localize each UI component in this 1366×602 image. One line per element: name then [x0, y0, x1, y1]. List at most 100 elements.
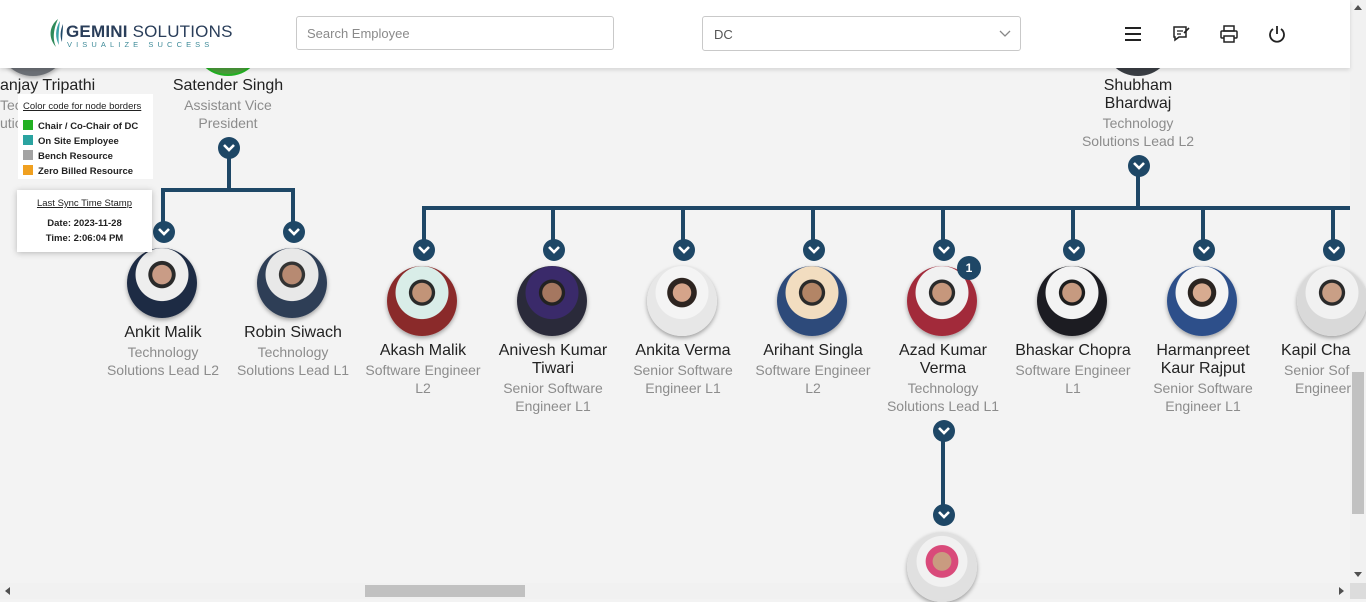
avatar [1297, 266, 1366, 336]
node-name: Akash Malik [379, 342, 467, 359]
chevron-down-icon [1068, 246, 1080, 254]
node-name: Bhardwaj [1104, 95, 1172, 112]
expand-toggle-ankita[interactable] [673, 239, 695, 261]
legend-label: Chair / Co-Chair of DC [38, 121, 139, 132]
gemini-logo[interactable]: GEMINI SOLUTIONS VISUALIZE SUCCESS [46, 16, 232, 52]
node-name: Verma [919, 360, 967, 377]
expand-toggle-shubham[interactable] [1128, 155, 1150, 177]
chevron-down-icon [418, 246, 430, 254]
legend-swatch [23, 150, 33, 160]
chevron-down-icon [678, 246, 690, 254]
menu-icon[interactable] [1123, 24, 1143, 44]
node-designation: Technology [1102, 115, 1174, 131]
expand-toggle-anivesh[interactable] [543, 239, 565, 261]
dc-select[interactable]: DC [702, 16, 1021, 51]
node-designation: Software Engineer [755, 362, 871, 378]
chevron-down-icon [938, 246, 950, 254]
node-name: Arihant Singla [763, 342, 863, 359]
node-name: Satender Singh [172, 77, 284, 94]
avatar [517, 266, 587, 336]
node-designation: Senior Software [503, 380, 603, 396]
chevron-down-icon [548, 246, 560, 254]
avatar [387, 266, 457, 336]
node-designation: Senior Sof [1284, 362, 1350, 378]
horizontal-scrollbar[interactable] [0, 583, 1350, 599]
chevron-down-icon [938, 511, 950, 519]
avatar [1037, 266, 1107, 336]
legend-swatch [23, 165, 33, 175]
dc-select-value: DC [714, 27, 733, 42]
node-designation: Technology [127, 344, 199, 360]
node-designation: Software Engineer [365, 362, 481, 378]
expand-toggle-harmanpreet[interactable] [1193, 239, 1215, 261]
legend-item: On Site Employee [23, 135, 119, 147]
expand-toggle-arihant[interactable] [803, 239, 825, 261]
node-designation: Assistant Vice [184, 97, 272, 113]
legend-title: Color code for node borders [23, 101, 142, 112]
chevron-down-icon [808, 246, 820, 254]
node-designation: Solutions Lead L2 [106, 362, 220, 378]
scroll-up-arrow-icon[interactable] [1354, 5, 1362, 10]
search-employee-input[interactable] [296, 16, 614, 50]
logo-leaf-icon [50, 19, 63, 47]
node-designation: Engineer L1 [515, 398, 591, 414]
node-name: Azad Kumar [898, 342, 988, 359]
avatar-azad-report[interactable] [907, 532, 977, 602]
collapse-toggle-azad[interactable] [933, 420, 955, 442]
node-name: Shubham [1103, 77, 1173, 94]
node-designation: President [198, 115, 258, 131]
expand-toggle-kapil[interactable] [1323, 239, 1345, 261]
sync-time: Time: 2:06:04 PM [45, 233, 124, 244]
node-name: anjay Tripathi [0, 77, 96, 94]
border-color-legend: Color code for node borders Chair / Co-C… [18, 94, 153, 179]
node-designation: L2 [415, 380, 431, 396]
node-name: Ankita Verma [635, 342, 731, 359]
chevron-down-icon [1198, 246, 1210, 254]
scroll-left-arrow-icon[interactable] [5, 587, 10, 595]
expand-toggle-akash[interactable] [413, 239, 435, 261]
node-name: Bhaskar Chopra [1015, 342, 1131, 359]
avatar [777, 266, 847, 336]
chevron-down-icon [288, 228, 300, 236]
legend-label: Bench Resource [38, 151, 113, 162]
avatar [127, 248, 197, 318]
legend-item: Zero Billed Resource [23, 165, 133, 177]
print-icon[interactable] [1219, 24, 1239, 44]
node-name: Kapil Cha [1281, 342, 1351, 359]
legend-swatch [23, 120, 33, 130]
logo-tagline: VISUALIZE SUCCESS [67, 40, 214, 49]
sync-title: Last Sync Time Stamp [36, 198, 133, 209]
legend-swatch [23, 135, 33, 145]
sync-date: Date: 2023-11-28 [47, 218, 122, 229]
horizontal-scrollbar-thumb[interactable] [365, 585, 525, 597]
node-designation: Technology [907, 380, 979, 396]
chevron-down-icon [999, 30, 1011, 37]
node-name: Kaur Rajput [1160, 360, 1246, 377]
node-designation: Senior Software [1153, 380, 1253, 396]
legend-label: On Site Employee [38, 136, 119, 147]
expand-toggle-bhaskar[interactable] [1063, 239, 1085, 261]
scroll-right-arrow-icon[interactable] [1339, 587, 1344, 595]
scroll-down-arrow-icon[interactable] [1354, 572, 1362, 577]
avatar [1167, 266, 1237, 336]
expand-toggle-satender[interactable] [218, 137, 240, 159]
avatar [257, 248, 327, 318]
legend-item: Bench Resource [23, 150, 113, 162]
expand-toggle-robin[interactable] [283, 221, 305, 243]
node-name: Anivesh Kumar [498, 342, 608, 359]
node-designation: Senior Software [633, 362, 733, 378]
expand-toggle-ankit-malik[interactable] [153, 221, 175, 243]
expand-toggle-azad-report[interactable] [933, 504, 955, 526]
node-designation: Solutions Lead L2 [1081, 133, 1195, 149]
node-designation: Engineer [1295, 380, 1352, 396]
node-designation: L1 [1065, 380, 1081, 396]
legend-item: Chair / Co-Chair of DC [23, 120, 138, 132]
chevron-down-icon [1133, 162, 1145, 170]
node-designation: Solutions Lead L1 [236, 362, 350, 378]
sync-timestamp-card: Last Sync Time Stamp Date: 2023-11-28 Ti… [17, 190, 152, 252]
top-header: GEMINI SOLUTIONS VISUALIZE SUCCESS DC [0, 0, 1350, 68]
feedback-icon[interactable] [1171, 24, 1191, 44]
expand-toggle-azad[interactable] [933, 239, 955, 261]
node-designation: Technology [257, 344, 329, 360]
power-icon[interactable] [1267, 24, 1287, 44]
